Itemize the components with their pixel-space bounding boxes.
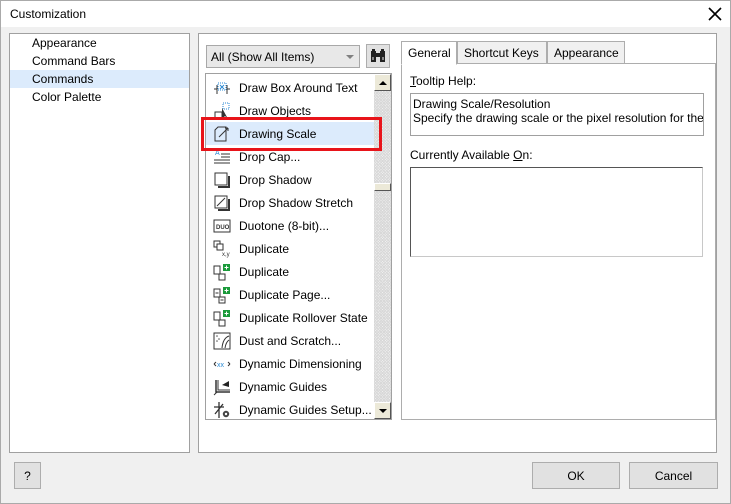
drop-shadow-stretch-icon bbox=[212, 193, 232, 213]
command-item[interactable]: x,y Duplicate bbox=[206, 237, 374, 260]
tab-label: Shortcut Keys bbox=[464, 46, 539, 60]
selection-highlight-annotation bbox=[201, 117, 382, 151]
title-bar: Customization bbox=[1, 1, 730, 27]
command-label: Dust and Scratch... bbox=[239, 333, 342, 348]
command-item[interactable]: Duplicate bbox=[206, 260, 374, 283]
find-command-button[interactable] bbox=[366, 44, 390, 68]
command-item[interactable]: Duplicate Page... bbox=[206, 283, 374, 306]
tooltip-line-2: Specify the drawing scale or the pixel r… bbox=[413, 111, 704, 125]
duotone-glyph: DUO bbox=[216, 225, 230, 231]
command-label: Duplicate bbox=[239, 264, 290, 279]
svg-text:xx: xx bbox=[217, 362, 225, 369]
command-label: Drop Shadow Stretch bbox=[239, 195, 354, 210]
command-label: Drop Shadow bbox=[239, 172, 312, 187]
command-item[interactable]: Dust and Scratch... bbox=[206, 329, 374, 352]
command-item[interactable]: Dynamic Guides bbox=[206, 375, 374, 398]
category-color-palette[interactable]: Color Palette bbox=[10, 88, 189, 106]
category-tree[interactable]: Appearance Command Bars Commands Color P… bbox=[9, 33, 190, 453]
chevron-down-icon bbox=[346, 55, 354, 59]
command-label: Draw Box Around Text bbox=[239, 80, 358, 95]
command-item[interactable]: Draw Box Around Text bbox=[206, 76, 374, 99]
command-label: Dynamic Guides bbox=[239, 379, 328, 394]
scroll-thumb[interactable] bbox=[374, 183, 391, 191]
duotone-icon: DUO bbox=[212, 216, 232, 236]
arrow-down-icon bbox=[378, 408, 387, 413]
command-item[interactable]: xx Dynamic Dimensioning bbox=[206, 352, 374, 375]
command-label: Drop Cap... bbox=[239, 149, 301, 164]
tab-label: General bbox=[408, 46, 451, 60]
duplicate-plus-icon bbox=[212, 262, 232, 282]
tab-appearance[interactable]: Appearance bbox=[547, 41, 625, 64]
command-filter-dropdown[interactable]: All (Show All Items) bbox=[206, 45, 360, 68]
tab-label: Appearance bbox=[554, 46, 619, 60]
category-commands[interactable]: Commands bbox=[10, 70, 189, 88]
command-item[interactable]: DUO Duotone (8-bit)... bbox=[206, 214, 374, 237]
close-icon bbox=[708, 7, 722, 21]
cancel-button[interactable]: Cancel bbox=[629, 462, 718, 489]
duplicate-page-icon bbox=[212, 285, 232, 305]
help-button[interactable]: ? bbox=[14, 462, 41, 489]
svg-text:x,y: x,y bbox=[222, 252, 230, 258]
command-label: Draw Objects bbox=[239, 103, 312, 118]
tooltip-help-label: Tooltip Help: bbox=[410, 74, 477, 88]
help-label: ? bbox=[24, 468, 31, 483]
drop-shadow-icon bbox=[212, 170, 232, 190]
command-label: Duotone (8-bit)... bbox=[239, 218, 330, 233]
binoculars-icon bbox=[371, 49, 385, 62]
command-label: Dynamic Guides Setup... bbox=[239, 402, 372, 417]
command-item[interactable]: Dynamic Guides Setup... bbox=[206, 398, 374, 420]
command-label: Duplicate Rollover State bbox=[239, 310, 368, 325]
category-label: Command Bars bbox=[32, 54, 116, 68]
duplicate-xy-icon: x,y bbox=[212, 239, 232, 259]
command-item[interactable]: Drop Shadow bbox=[206, 168, 374, 191]
tab-shortcut-keys[interactable]: Shortcut Keys bbox=[457, 41, 547, 64]
arrow-up-icon bbox=[378, 80, 387, 85]
category-label: Color Palette bbox=[32, 90, 102, 104]
scroll-down-button[interactable] bbox=[374, 402, 391, 419]
command-item[interactable]: Drop Shadow Stretch bbox=[206, 191, 374, 214]
category-label: Appearance bbox=[32, 36, 97, 50]
dynamic-dimensioning-icon: xx bbox=[212, 354, 232, 374]
duplicate-rollover-icon bbox=[212, 308, 232, 328]
dust-scratch-icon bbox=[212, 331, 232, 351]
ok-button[interactable]: OK bbox=[532, 462, 620, 489]
command-item[interactable]: Duplicate Rollover State bbox=[206, 306, 374, 329]
dialog-title: Customization bbox=[10, 7, 87, 21]
command-label: Duplicate bbox=[239, 241, 290, 256]
ok-label: OK bbox=[567, 468, 585, 483]
tooltip-help-field[interactable]: Drawing Scale/Resolution Specify the dra… bbox=[410, 93, 704, 136]
command-label: Duplicate Page... bbox=[239, 287, 331, 302]
command-label: Dynamic Dimensioning bbox=[239, 356, 362, 371]
currently-available-list[interactable] bbox=[410, 167, 703, 257]
dynamic-guides-icon bbox=[212, 377, 232, 397]
currently-available-label: Currently Available On: bbox=[410, 148, 533, 162]
filter-value: All (Show All Items) bbox=[211, 50, 315, 64]
close-button[interactable] bbox=[704, 3, 726, 25]
draw-box-around-text-icon bbox=[212, 78, 232, 98]
scroll-up-button[interactable] bbox=[374, 74, 391, 91]
cancel-label: Cancel bbox=[654, 468, 693, 483]
dynamic-guides-setup-icon bbox=[212, 400, 232, 420]
tab-general[interactable]: General bbox=[401, 41, 457, 65]
tooltip-line-1: Drawing Scale/Resolution bbox=[413, 97, 551, 111]
category-label: Commands bbox=[32, 72, 94, 86]
category-command-bars[interactable]: Command Bars bbox=[10, 52, 189, 70]
category-appearance[interactable]: Appearance bbox=[10, 34, 189, 52]
